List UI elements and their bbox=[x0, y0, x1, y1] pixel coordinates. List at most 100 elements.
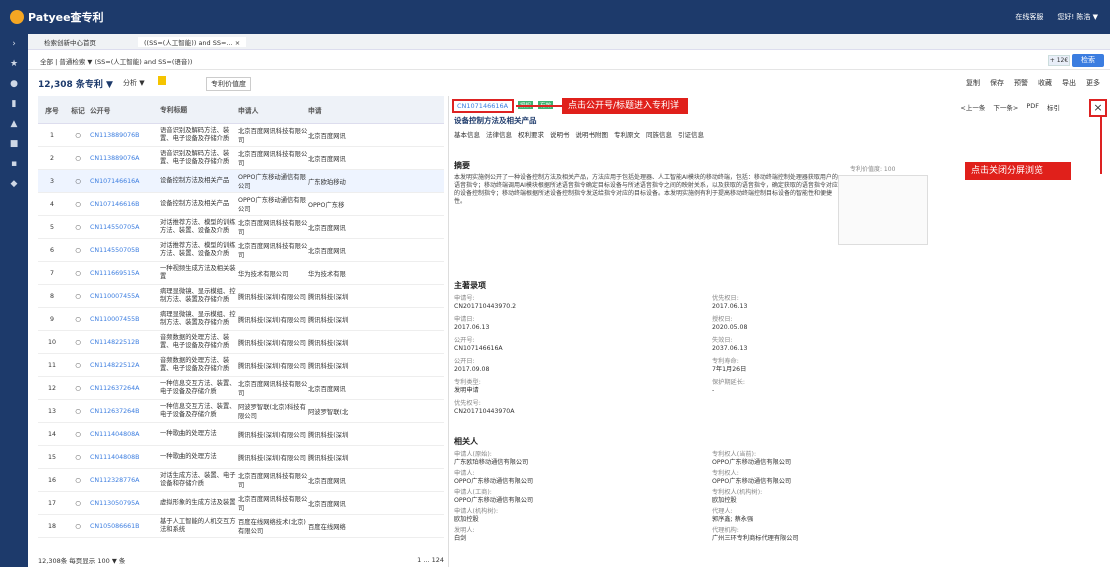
row-title[interactable]: 音频数据的处理方法、装置、电子设备及存储介质 bbox=[160, 334, 238, 350]
row-pubno[interactable]: CN114550705B bbox=[90, 247, 160, 254]
table-row[interactable]: 18 ○ CN105086661B 基于人工智能的人机交互方法和系统 百度在线网络技术(… bbox=[38, 515, 444, 538]
table-row[interactable]: 1 ○ CN113889076B 语音识别及解码方法、装置、电子设备及存储介质 北京百度… bbox=[38, 124, 444, 147]
row-title[interactable]: 语音识别及解码方法、装置、电子设备及存储介质 bbox=[160, 150, 238, 166]
row-pubno[interactable]: CN111404808B bbox=[90, 454, 160, 461]
table-row[interactable]: 15 ○ CN111404808B 一种歌曲的处理方法 腾讯科技(深圳)有限公司 腾讯科技… bbox=[38, 446, 444, 469]
analysis-icon[interactable]: ▮ bbox=[0, 94, 28, 114]
zoom-button[interactable]: + 12€ bbox=[1048, 55, 1070, 66]
star-icon[interactable]: ★ bbox=[0, 54, 28, 74]
list-view-icon[interactable] bbox=[158, 76, 166, 85]
row-pubno[interactable]: CN112637264A bbox=[90, 385, 160, 392]
sort-select[interactable]: 专利价值度 bbox=[206, 77, 251, 91]
app-logo[interactable]: Patyee查专利 bbox=[10, 9, 104, 25]
row-pubno[interactable]: CN110007455A bbox=[90, 293, 160, 300]
subtab-basic[interactable]: 基本信息 bbox=[454, 129, 480, 139]
row-title[interactable]: 一种视频生成方法及相关装置 bbox=[160, 265, 238, 281]
subtab-citation[interactable]: 引证信息 bbox=[678, 129, 704, 139]
online-service-link[interactable]: 在线客服 bbox=[1015, 12, 1043, 22]
row-title[interactable]: 语音识别及解码方法、装置、电子设备及存储介质 bbox=[160, 127, 238, 143]
table-row[interactable]: 16 ○ CN112328776A 对话生成方法、装置、电子设备和存储介质 北京百度网讯… bbox=[38, 469, 444, 492]
subtab-legal[interactable]: 法律信息 bbox=[486, 129, 512, 139]
search-icon[interactable]: ● bbox=[0, 74, 28, 94]
settings-icon[interactable]: ◆ bbox=[0, 174, 28, 194]
favorite-button[interactable]: 收藏 bbox=[1038, 78, 1052, 88]
subtab-claims[interactable]: 权利要求 bbox=[518, 129, 544, 139]
search-query[interactable]: 全部 | 普通检索 ▼ (SS=(人工智能) and SS=(语音)) bbox=[40, 56, 192, 66]
pager[interactable]: 1 ... 124 bbox=[417, 556, 444, 564]
search-button[interactable]: 检索 bbox=[1072, 54, 1104, 67]
save-button[interactable]: 保存 bbox=[990, 78, 1004, 88]
row-pubno[interactable]: CN113050795A bbox=[90, 500, 160, 507]
row-title[interactable]: 一种信息交互方法、装置、电子设备及存储介质 bbox=[160, 380, 238, 396]
table-row[interactable]: 14 ○ CN111404808A 一种歌曲的处理方法 腾讯科技(深圳)有限公司 腾讯科技… bbox=[38, 423, 444, 446]
subtab-figures[interactable]: 说明书附图 bbox=[576, 129, 609, 139]
report-icon[interactable]: ▲ bbox=[0, 114, 28, 134]
row-pubno[interactable]: CN112637264B bbox=[90, 408, 160, 415]
row-pubno[interactable]: CN110007455B bbox=[90, 316, 160, 323]
table-row[interactable]: 8 ○ CN110007455A 病理显微镜、显示模组、控制方法、装置及存储介质 腾讯科… bbox=[38, 285, 444, 308]
row-title[interactable]: 对话生成方法、装置、电子设备和存储介质 bbox=[160, 472, 238, 488]
next-button[interactable]: 下一条> bbox=[993, 102, 1018, 112]
table-row[interactable]: 11 ○ CN114822512A 音频数据的处理方法、装置、电子设备及存储介质 腾讯科… bbox=[38, 354, 444, 377]
table-row[interactable]: 9 ○ CN110007455B 病理显微镜、显示模组、控制方法、装置及存储介质 腾讯科… bbox=[38, 308, 444, 331]
row-pubno[interactable]: CN111404808A bbox=[90, 431, 160, 438]
table-row[interactable]: 12 ○ CN112637264A 一种信息交互方法、装置、电子设备及存储介质 北京百度… bbox=[38, 377, 444, 400]
analyze-menu[interactable]: 分析 ▼ bbox=[123, 78, 145, 88]
table-row[interactable]: 13 ○ CN112637264B 一种信息交互方法、装置、电子设备及存储介质 阿波罗智… bbox=[38, 400, 444, 423]
abstract-figure[interactable] bbox=[838, 175, 928, 245]
tab-home[interactable]: 检索创新中心首页 bbox=[44, 37, 96, 47]
pdf-button[interactable]: PDF bbox=[1026, 102, 1039, 112]
row-title[interactable]: 音频数据的处理方法、装置、电子设备及存储介质 bbox=[160, 357, 238, 373]
row-title[interactable]: 对话推荐方法、模型的训练方法、装置、设备及介质 bbox=[160, 242, 238, 258]
prev-button[interactable]: <上一条 bbox=[960, 102, 985, 112]
page-size[interactable]: 12,308条 每页显示 100 ▼ 条 bbox=[38, 555, 125, 565]
detail-patent-no[interactable]: CN107146616A bbox=[452, 99, 514, 113]
table-row[interactable]: 17 ○ CN113050795A 虚拟形象的生成方法及装置 北京百度网讯科技有限公司北… bbox=[38, 492, 444, 515]
row-pubno[interactable]: CN114550705A bbox=[90, 224, 160, 231]
scope-select[interactable]: 全部 bbox=[40, 58, 53, 66]
split-divider[interactable] bbox=[448, 96, 449, 567]
row-title[interactable]: 对话推荐方法、模型的训练方法、装置、设备及介质 bbox=[160, 219, 238, 235]
folder-icon[interactable]: ■ bbox=[0, 134, 28, 154]
row-title[interactable]: 一种歌曲的处理方法 bbox=[160, 453, 238, 461]
user-menu[interactable]: 您好! 陈浩 ▼ bbox=[1057, 12, 1098, 22]
table-row[interactable]: 4 ○ CN107146616B 设备控制方法及相关产品 OPPO广东移动通信有限公司 O… bbox=[38, 193, 444, 216]
tab-search-result[interactable]: ((SS=(人工智能)) and SS=... × bbox=[138, 37, 247, 47]
mode-select[interactable]: 普通检索 ▼ bbox=[59, 58, 92, 66]
table-row[interactable]: 7 ○ CN111669515A 一种视频生成方法及相关装置 华为技术有限公司 华为技术有… bbox=[38, 262, 444, 285]
table-row[interactable]: 10 ○ CN114822512B 音频数据的处理方法、装置、电子设备及存储介质 腾讯科… bbox=[38, 331, 444, 354]
tag-button[interactable]: 标引 bbox=[1047, 102, 1060, 112]
close-split-button[interactable]: × bbox=[1089, 99, 1107, 117]
row-title[interactable]: 一种信息交互方法、装置、电子设备及存储介质 bbox=[160, 403, 238, 419]
table-row[interactable]: 6 ○ CN114550705B 对话推荐方法、模型的训练方法、装置、设备及介质 北京百… bbox=[38, 239, 444, 262]
copy-button[interactable]: 复制 bbox=[966, 78, 980, 88]
more-button[interactable]: 更多 bbox=[1086, 78, 1100, 88]
row-title[interactable]: 基于人工智能的人机交互方法和系统 bbox=[160, 518, 238, 534]
row-pubno[interactable]: CN113889076A bbox=[90, 155, 160, 162]
row-pubno[interactable]: CN114822512B bbox=[90, 339, 160, 346]
row-pubno[interactable]: CN114822512A bbox=[90, 362, 160, 369]
expand-icon[interactable]: › bbox=[0, 34, 28, 54]
subtab-family[interactable]: 同族信息 bbox=[646, 129, 672, 139]
export-button[interactable]: 导出 bbox=[1062, 78, 1076, 88]
table-row[interactable]: 3 ○ CN107146616A 设备控制方法及相关产品 OPPO广东移动通信有限公司广… bbox=[38, 170, 444, 193]
detail-title[interactable]: 设备控制方法及相关产品 bbox=[454, 115, 537, 126]
row-title[interactable]: 虚拟形象的生成方法及装置 bbox=[160, 499, 238, 507]
col-pubno[interactable]: 公开号 bbox=[90, 105, 160, 115]
row-title[interactable]: 设备控制方法及相关产品 bbox=[160, 200, 238, 208]
alert-button[interactable]: 预警 bbox=[1014, 78, 1028, 88]
row-pubno[interactable]: CN113889076B bbox=[90, 132, 160, 139]
table-row[interactable]: 2 ○ CN113889076A 语音识别及解码方法、装置、电子设备及存储介质 北京百度… bbox=[38, 147, 444, 170]
subtab-original[interactable]: 专利原文 bbox=[614, 129, 640, 139]
row-title[interactable]: 一种歌曲的处理方法 bbox=[160, 430, 238, 438]
row-pubno[interactable]: CN105086661B bbox=[90, 523, 160, 530]
result-count[interactable]: 12,308 条专利 ▼ bbox=[38, 77, 113, 90]
row-title[interactable]: 设备控制方法及相关产品 bbox=[160, 177, 238, 185]
subtab-desc[interactable]: 说明书 bbox=[550, 129, 570, 139]
row-title[interactable]: 病理显微镜、显示模组、控制方法、装置及存储介质 bbox=[160, 311, 238, 327]
row-pubno[interactable]: CN107146616A bbox=[90, 178, 160, 185]
row-pubno[interactable]: CN112328776A bbox=[90, 477, 160, 484]
alert-icon[interactable]: ▪ bbox=[0, 154, 28, 174]
row-title[interactable]: 病理显微镜、显示模组、控制方法、装置及存储介质 bbox=[160, 288, 238, 304]
table-row[interactable]: 5 ○ CN114550705A 对话推荐方法、模型的训练方法、装置、设备及介质 北京百… bbox=[38, 216, 444, 239]
